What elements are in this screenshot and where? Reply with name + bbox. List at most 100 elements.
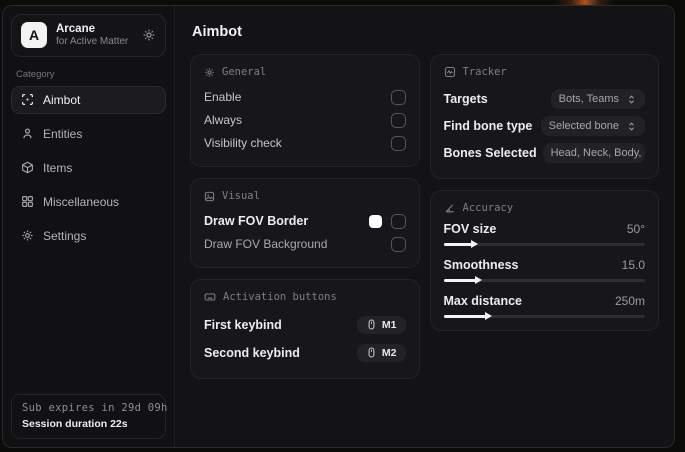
sub-expiry-text: Sub expires in 29d 09h [22,402,168,414]
sidebar-item-items[interactable]: Items [11,154,166,182]
slider-label: Smoothness [443,258,519,272]
crosshair-icon [21,93,34,106]
keybind-value: M2 [381,346,397,359]
row-label: Draw FOV Border [204,214,309,228]
panel-accuracy: Accuracy FOV size 50° Smoothness 15.0 Ma… [429,190,659,331]
sidebar-item-label: Aimbot [43,92,81,107]
slider-label: Max distance [443,294,523,308]
row-label: Enable [204,90,242,104]
visibility-check-checkbox[interactable] [390,135,406,151]
brand-name: Arcane [56,23,95,35]
second-keybind-button[interactable]: M2 [356,343,406,362]
mouse-icon [366,319,377,330]
page-title: Aimbot [192,24,242,40]
slider-value: 50° [626,222,645,236]
brand-text: Arcane for Active Matter [56,22,133,49]
fov-background-checkbox[interactable] [390,236,406,252]
keyboard-icon [204,291,216,303]
panel-activation-buttons: Activation buttons First keybind M1 Seco… [190,279,420,379]
row-label: First keybind [204,317,282,332]
dropdown-value: Bots, Teams [558,93,619,105]
fov-border-checkbox[interactable] [390,213,406,229]
unfold-icon [626,94,637,105]
panel-visual: Visual Draw FOV Border Draw FOV Backgrou… [190,178,420,268]
find-bone-type-dropdown[interactable]: Selected bone [540,116,645,136]
dropdown-value: Selected bone [548,120,619,132]
dropdown-row-bones-selected: Bones Selected Head, Neck, Body, Pe… [443,140,645,166]
max-distance-slider[interactable] [443,312,645,320]
row-label: Bones Selected [443,146,537,160]
session-duration-text: Session duration 22s [22,418,128,430]
unfold-icon [626,121,637,132]
always-checkbox[interactable] [390,112,406,128]
row-label: Targets [443,92,488,106]
dropdown-row-find-bone-type: Find bone type Selected bone [443,113,645,139]
row-label: Find bone type [443,119,533,133]
smoothness-slider[interactable] [443,276,645,284]
first-keybind-button[interactable]: M1 [356,315,406,334]
gear-icon[interactable] [142,28,156,42]
toggle-row-visibility-check: Visibility check [204,132,406,154]
radar-icon [444,66,456,78]
row-label: Visibility check [204,136,282,150]
sidebar-item-miscellaneous[interactable]: Miscellaneous [11,188,166,216]
dropdown-value: Head, Neck, Body, Pe… [550,147,645,159]
general-gear-icon [204,67,215,78]
row-label: Always [204,113,243,127]
slider-fov-size: FOV size 50° [443,222,645,248]
row-label: Draw FOV Background [204,237,328,251]
sidebar-item-label: Miscellaneous [43,194,120,209]
toggle-row-fov-background: Draw FOV Background [204,233,406,255]
right-column: Tracker Targets Bots, Teams Find bone ty… [429,54,659,331]
panel-header-label: Visual [222,190,260,202]
subscription-box: Sub expires in 29d 09h Session duration … [11,394,168,439]
slider-thumb[interactable] [484,312,492,320]
slider-thumb[interactable] [470,240,478,248]
panel-tracker: Tracker Targets Bots, Teams Find bone ty… [429,54,659,179]
brand-logo: A [21,22,47,49]
sidebar-item-label: Entities [43,126,83,141]
category-label: Category [16,68,55,80]
left-column: General Enable Always Visibility check V… [190,54,420,379]
panel-general: General Enable Always Visibility check [190,54,420,167]
targets-dropdown[interactable]: Bots, Teams [550,89,645,109]
panel-header-label: Activation buttons [223,291,337,303]
brand-subtitle: for Active Matter [56,36,129,48]
cube-icon [21,161,34,174]
panel-header-label: Accuracy [462,202,514,214]
sidebar-item-settings[interactable]: Settings [11,222,166,250]
person-icon [21,127,34,140]
fov-size-slider[interactable] [443,240,645,248]
angle-icon [444,202,456,214]
slider-value: 250m [614,294,645,308]
fov-border-color-swatch[interactable] [368,214,382,228]
toggle-row-enable: Enable [204,86,406,108]
mouse-icon [366,347,377,358]
dropdown-row-targets: Targets Bots, Teams [443,86,645,112]
sidebar-item-label: Items [43,160,73,175]
sidebar-item-entities[interactable]: Entities [11,120,166,148]
panel-header-label: General [222,66,267,78]
image-icon [204,191,215,202]
sidebar-item-aimbot[interactable]: Aimbot [11,85,166,114]
toggle-row-fov-border: Draw FOV Border [204,210,406,232]
grid-icon [21,195,34,208]
panel-header-label: Tracker [462,66,507,78]
enable-checkbox[interactable] [390,89,406,105]
keybind-row-first: First keybind M1 [204,311,406,338]
slider-max-distance: Max distance 250m [443,294,645,320]
keybind-row-second: Second keybind M2 [204,339,406,366]
keybind-value: M1 [381,318,397,331]
brand-header: A Arcane for Active Matter [11,14,166,57]
sidebar: A Arcane for Active Matter Category Aimb… [3,6,175,447]
app-window: A Arcane for Active Matter Category Aimb… [2,5,675,448]
slider-thumb[interactable] [474,276,482,284]
bones-selected-dropdown[interactable]: Head, Neck, Body, Pe… [542,143,645,163]
slider-value: 15.0 [621,258,645,272]
slider-label: FOV size [443,222,497,236]
main-content: Aimbot General Enable Always Visibility … [175,6,674,447]
category-nav: Aimbot Entities Items Miscellaneous Sett… [11,85,166,250]
gear-icon [21,229,34,242]
slider-smoothness: Smoothness 15.0 [443,258,645,284]
row-label: Second keybind [204,345,300,360]
